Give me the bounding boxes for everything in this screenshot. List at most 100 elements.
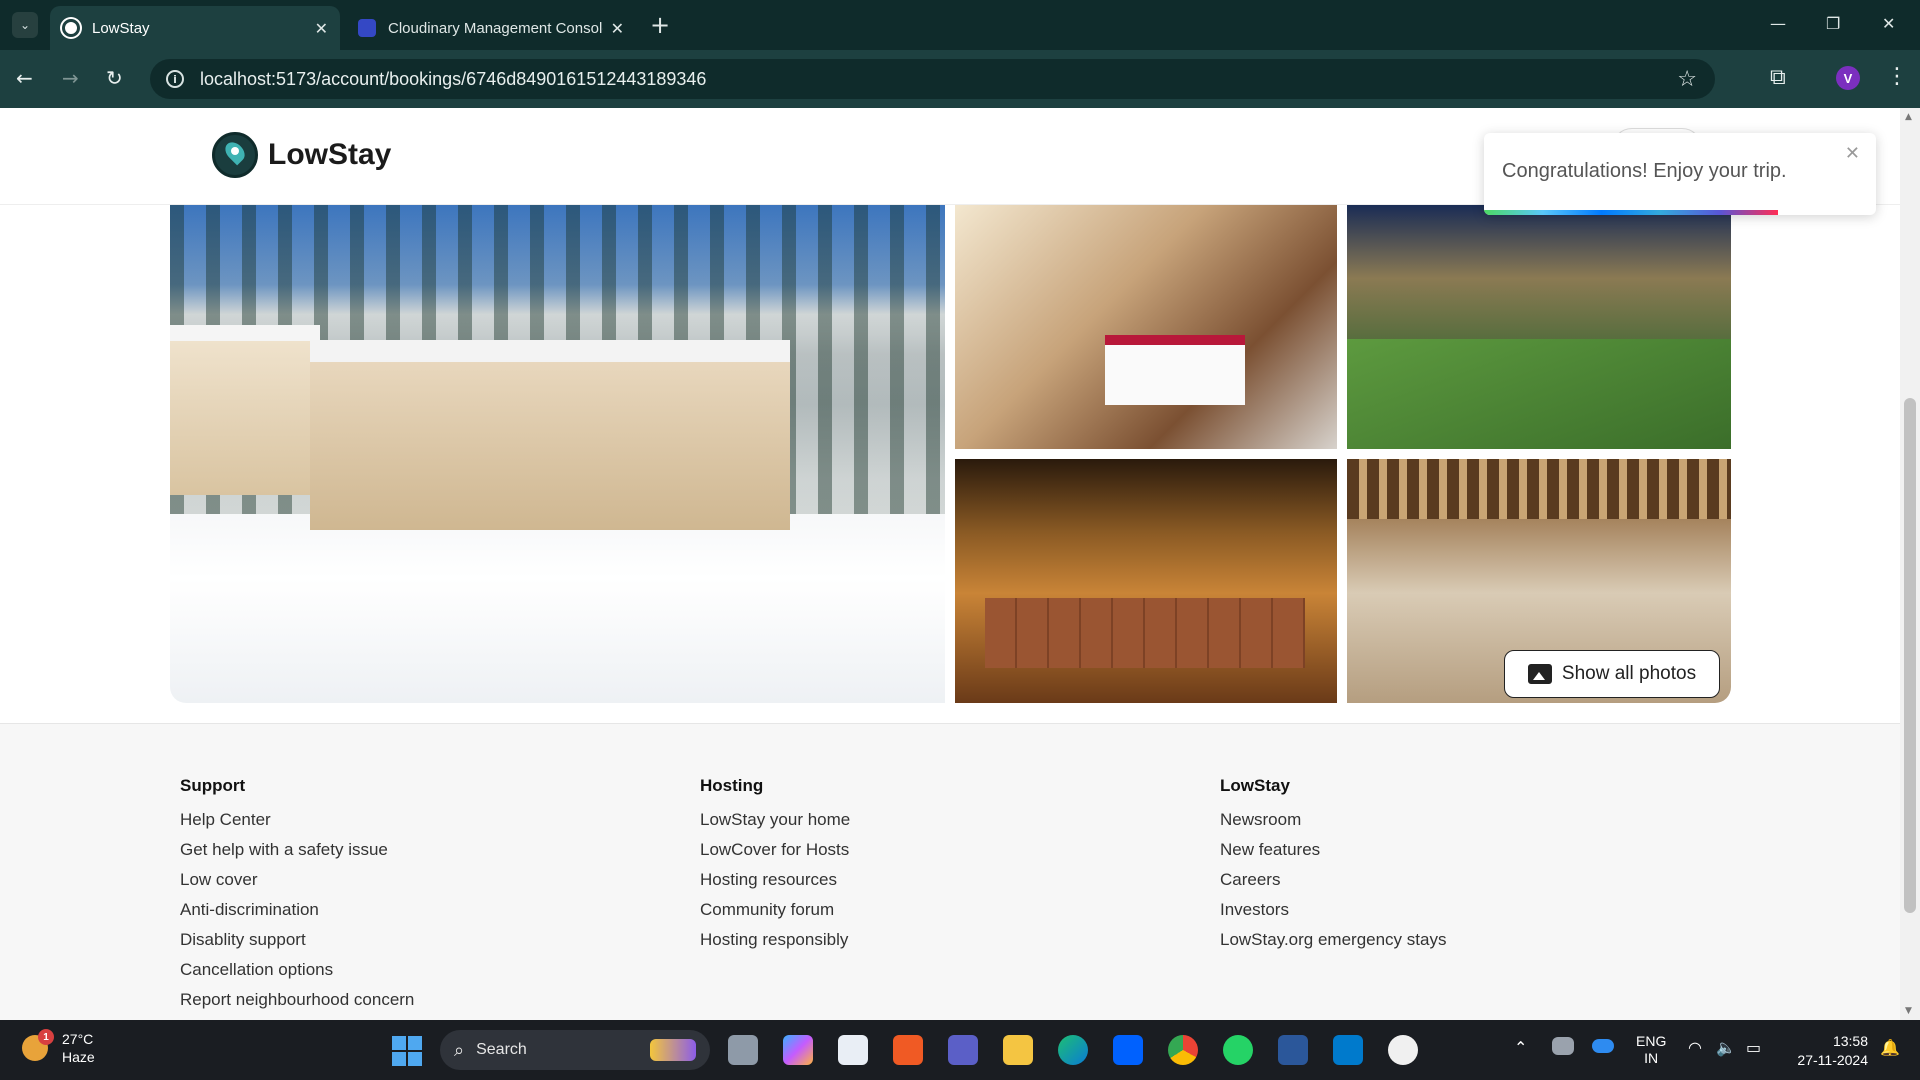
- hotel-wing: [170, 325, 320, 495]
- hotel-exterior-snow-photo[interactable]: [170, 205, 945, 703]
- footer-link[interactable]: New features: [1220, 835, 1446, 865]
- courtyard-photo[interactable]: [1347, 205, 1731, 449]
- weather-sun-icon: 1: [22, 1029, 54, 1061]
- scroll-down-arrow-icon[interactable]: ▼: [1905, 1006, 1912, 1016]
- browser-tab-bar: ⌄ LowStay ✕ Cloudinary Management Consol…: [0, 0, 1920, 50]
- footer-link[interactable]: Get help with a safety issue: [180, 835, 414, 865]
- language-indicator[interactable]: ENG IN: [1636, 1033, 1666, 1067]
- system-clock[interactable]: 13:58 27-11-2024: [1786, 1032, 1868, 1070]
- volume-icon[interactable]: 🔈: [1716, 1038, 1736, 1057]
- close-window-icon[interactable]: ✕: [1882, 14, 1895, 33]
- cloud-sync-icon[interactable]: [1552, 1037, 1574, 1055]
- lowstay-favicon-icon: [62, 19, 80, 37]
- restore-icon[interactable]: ❐: [1826, 14, 1840, 33]
- bookmark-star-icon[interactable]: ☆: [1677, 67, 1697, 92]
- toast-progress-bar: [1484, 210, 1778, 215]
- footer-link[interactable]: Newsroom: [1220, 805, 1446, 835]
- ceiling-slats-shape: [1347, 459, 1731, 519]
- restaurant-buffet-photo[interactable]: [955, 459, 1337, 703]
- site-info-icon[interactable]: i: [166, 70, 184, 88]
- windows-start-icon[interactable]: [392, 1036, 422, 1066]
- scrollbar-thumb[interactable]: [1904, 398, 1916, 913]
- footer-heading: LowStay: [1220, 776, 1290, 795]
- browser-menu-icon[interactable]: ⋮: [1886, 64, 1908, 89]
- profile-avatar[interactable]: V: [1836, 66, 1860, 90]
- show-all-photos-label: Show all photos: [1561, 663, 1697, 684]
- bedroom-photo[interactable]: [955, 205, 1337, 449]
- show-all-photos-button[interactable]: Show all photos: [1504, 650, 1720, 698]
- battery-icon[interactable]: ▭: [1746, 1038, 1761, 1057]
- taskbar-search[interactable]: ⌕ Search: [440, 1030, 710, 1070]
- tab-cloudinary[interactable]: Cloudinary Management Console ✕: [346, 6, 636, 50]
- footer-link[interactable]: Investors: [1220, 895, 1446, 925]
- wifi-icon[interactable]: ◠: [1688, 1038, 1702, 1057]
- onedrive-icon[interactable]: [1592, 1039, 1614, 1053]
- footer-column-hosting: Hosting LowStay your home LowCover for H…: [700, 776, 850, 955]
- footer-column-support: Support Help Center Get help with a safe…: [180, 776, 414, 1015]
- folder-icon[interactable]: [1003, 1035, 1033, 1065]
- store-icon[interactable]: [838, 1035, 868, 1065]
- footer-link[interactable]: Disablity support: [180, 925, 414, 955]
- url-text[interactable]: localhost:5173/account/bookings/6746d849…: [200, 69, 706, 90]
- forward-icon: →: [62, 66, 79, 90]
- page-scrollbar[interactable]: ▲ ▼: [1900, 108, 1920, 1020]
- tab-label: Cloudinary Management Console: [388, 19, 603, 37]
- footer-heading: Hosting: [700, 776, 764, 795]
- footer-link[interactable]: LowStay.org emergency stays: [1220, 925, 1446, 955]
- brave-icon[interactable]: [893, 1035, 923, 1065]
- clock-date: 27-11-2024: [1797, 1052, 1868, 1068]
- footer-link[interactable]: Careers: [1220, 865, 1446, 895]
- bed-shape: [1105, 335, 1245, 405]
- hotel-building: [310, 340, 790, 530]
- image-icon: [1527, 664, 1552, 684]
- footer-link[interactable]: LowCover for Hosts: [700, 835, 850, 865]
- new-tab-icon[interactable]: +: [650, 12, 670, 38]
- tab-close-icon[interactable]: ✕: [315, 19, 328, 38]
- footer-link[interactable]: Cancellation options: [180, 955, 414, 985]
- toast-close-icon[interactable]: ✕: [1845, 143, 1860, 164]
- whatsapp-icon[interactable]: [1223, 1035, 1253, 1065]
- footer-link[interactable]: Help Center: [180, 805, 414, 835]
- region-code: IN: [1644, 1050, 1659, 1066]
- footer-link[interactable]: Anti-discrimination: [180, 895, 414, 925]
- brand-logo[interactable]: LowStay: [212, 132, 391, 178]
- footer-link[interactable]: Hosting resources: [700, 865, 850, 895]
- success-toast: Congratulations! Enjoy your trip. ✕: [1484, 133, 1876, 215]
- vscode-icon[interactable]: [1333, 1035, 1363, 1065]
- tab-close-icon[interactable]: ✕: [611, 19, 624, 38]
- task-view-icon[interactable]: [728, 1035, 758, 1065]
- notification-badge: 1: [38, 1029, 54, 1045]
- reload-icon[interactable]: ↻: [106, 66, 123, 90]
- minimize-icon[interactable]: —: [1770, 14, 1786, 33]
- scroll-up-arrow-icon[interactable]: ▲: [1905, 112, 1912, 122]
- footer-link[interactable]: Report neighbourhood concern: [180, 985, 414, 1015]
- weather-condition: Haze: [62, 1049, 95, 1065]
- photo-gallery: Show all photos: [170, 205, 1731, 703]
- show-hidden-icons-icon[interactable]: ⌃: [1514, 1038, 1527, 1057]
- notification-bell-icon[interactable]: 🔔: [1880, 1038, 1900, 1057]
- edge-icon[interactable]: [1058, 1035, 1088, 1065]
- language-code: ENG: [1636, 1033, 1667, 1049]
- footer-link[interactable]: Community forum: [700, 895, 850, 925]
- weather-widget[interactable]: 1 27°C Haze: [22, 1029, 95, 1066]
- buffet-counter-shape: [985, 598, 1305, 668]
- footer-link[interactable]: Low cover: [180, 865, 414, 895]
- tab-lowstay[interactable]: LowStay ✕: [50, 6, 340, 50]
- teams-icon[interactable]: [948, 1035, 978, 1065]
- copilot-icon[interactable]: [783, 1035, 813, 1065]
- address-bar[interactable]: i localhost:5173/account/bookings/6746d8…: [150, 59, 1715, 99]
- footer-link[interactable]: LowStay your home: [700, 805, 850, 835]
- dropbox-icon[interactable]: [1113, 1035, 1143, 1065]
- footer-link[interactable]: Hosting responsibly: [700, 925, 850, 955]
- tab-search-dropdown-icon[interactable]: ⌄: [12, 12, 38, 38]
- word-icon[interactable]: [1278, 1035, 1308, 1065]
- footer-column-lowstay: LowStay Newsroom New features Careers In…: [1220, 776, 1446, 955]
- search-highlight-icon: [650, 1039, 696, 1061]
- mongodb-icon[interactable]: [1388, 1035, 1418, 1065]
- page-viewport: LowStay Show all photos Support Help Cen…: [0, 108, 1900, 1020]
- extensions-icon[interactable]: ⧉: [1770, 65, 1786, 90]
- windows-taskbar: 1 27°C Haze ⌕ Search ⌃ ENG IN ◠ 🔈 ▭ 13:5…: [0, 1020, 1920, 1080]
- weather-temp: 27°C: [62, 1031, 94, 1047]
- back-icon[interactable]: ←: [16, 66, 33, 90]
- chrome-icon[interactable]: [1168, 1035, 1198, 1065]
